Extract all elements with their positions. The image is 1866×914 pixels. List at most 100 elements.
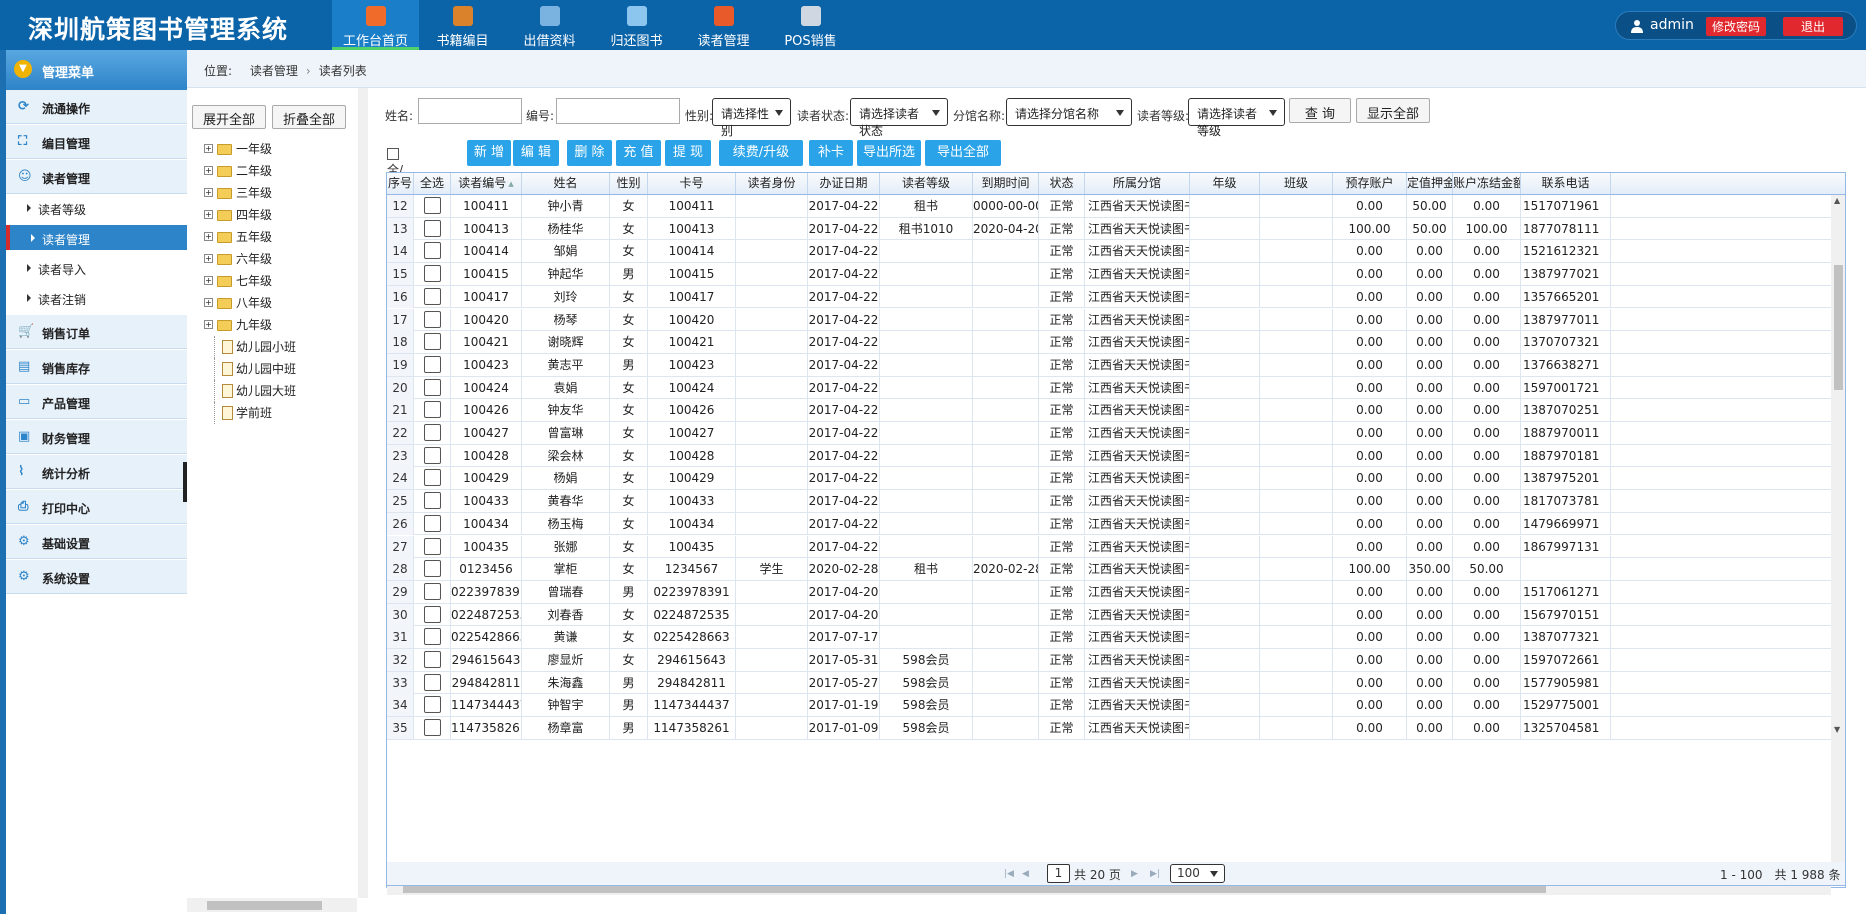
table-cell[interactable] bbox=[414, 649, 451, 671]
row-checkbox[interactable] bbox=[423, 628, 441, 646]
table-cell[interactable] bbox=[414, 444, 451, 467]
tree-leaf[interactable]: 学前班 bbox=[204, 402, 296, 424]
table-cell[interactable] bbox=[414, 512, 451, 535]
row-checkbox[interactable] bbox=[423, 287, 441, 305]
table-cell[interactable] bbox=[414, 694, 451, 717]
table-cell[interactable] bbox=[414, 626, 451, 649]
breadcrumb-parent[interactable]: 读者管理 bbox=[250, 64, 298, 78]
column-header[interactable]: 联系电话 bbox=[1521, 173, 1611, 194]
row-checkbox[interactable] bbox=[423, 310, 441, 328]
table-row[interactable]: 32 294615643 廖显炘女 294615643 2017-05-31 598会员正… bbox=[387, 649, 1831, 672]
expand-icon[interactable]: + bbox=[204, 144, 213, 153]
table-row[interactable]: 31 0225428663 黄谦女 0225428663 2017-07-17 正常 江西省… bbox=[387, 626, 1831, 649]
row-checkbox[interactable] bbox=[423, 605, 441, 623]
expand-icon[interactable]: + bbox=[204, 232, 213, 241]
sidebar-item[interactable]: 🛒 销售订单 bbox=[6, 315, 187, 349]
tree-horizontal-scrollbar[interactable] bbox=[187, 898, 357, 912]
sidebar-subitem[interactable]: 读者注销 bbox=[6, 285, 187, 310]
column-header[interactable]: 所属分馆 bbox=[1085, 173, 1190, 194]
tree-folder[interactable]: + 六年级 bbox=[204, 248, 296, 270]
tree-folder[interactable]: + 七年级 bbox=[204, 270, 296, 292]
table-row[interactable]: 16100417刘玲女1004172017-04-22正常江西省天天悦读图书馆0… bbox=[387, 285, 1831, 309]
scroll-up-icon[interactable]: ▲ bbox=[1834, 196, 1840, 205]
table-row[interactable]: 18100421谢晓辉女1004212017-04-22正常江西省天天悦读图书馆… bbox=[387, 331, 1831, 354]
table-cell[interactable] bbox=[414, 671, 451, 694]
expand-all-button[interactable]: 展开全部 bbox=[192, 105, 267, 129]
row-checkbox[interactable] bbox=[423, 265, 441, 283]
column-header[interactable]: 读者等级 bbox=[880, 173, 973, 194]
page-number-input[interactable]: 1 bbox=[1047, 864, 1070, 883]
column-header[interactable]: 卡号 bbox=[648, 173, 736, 194]
tree-folder[interactable]: + 三年级 bbox=[204, 182, 296, 204]
sidebar-item[interactable]: ⌇ 统计分析 bbox=[6, 455, 187, 489]
table-row[interactable]: 34 1147344437 钟智宇男 1147344437 2017-01-19 598会… bbox=[387, 694, 1831, 718]
table-row[interactable]: 20100424袁娟女1004242017-04-22正常江西省天天悦读图书馆0… bbox=[387, 376, 1831, 400]
action-button[interactable]: 导出所选 bbox=[857, 140, 921, 166]
column-header[interactable]: 定值押金 bbox=[1407, 173, 1453, 194]
branch-select[interactable]: 请选择分馆名称 bbox=[1006, 98, 1132, 126]
expand-icon[interactable]: + bbox=[204, 166, 213, 175]
column-header[interactable]: 年级 bbox=[1190, 173, 1260, 194]
page-size-select[interactable]: 100 bbox=[1170, 864, 1225, 883]
column-header[interactable]: 序号 bbox=[387, 173, 414, 194]
tree-leaf[interactable]: 幼儿园中班 bbox=[204, 358, 296, 380]
table-cell[interactable] bbox=[414, 535, 451, 558]
expand-icon[interactable]: + bbox=[204, 276, 213, 285]
table-cell[interactable] bbox=[414, 490, 451, 513]
row-checkbox[interactable] bbox=[423, 673, 441, 691]
table-row[interactable]: 27100435张娜女1004352017-04-22正常江西省天天悦读图书馆0… bbox=[387, 535, 1831, 559]
row-checkbox[interactable] bbox=[423, 242, 441, 260]
expand-icon[interactable]: + bbox=[204, 188, 213, 197]
scroll-down-icon[interactable]: ▼ bbox=[1834, 725, 1840, 734]
id-input[interactable] bbox=[556, 98, 680, 124]
column-header[interactable]: 预存账户 bbox=[1333, 173, 1407, 194]
tree-vertical-scrollbar[interactable] bbox=[358, 88, 368, 898]
query-button[interactable]: 查 询 bbox=[1289, 98, 1351, 123]
prev-page-icon[interactable]: ◀ bbox=[1022, 869, 1029, 879]
sidebar-item[interactable]: ⛶ 编目管理 bbox=[6, 125, 187, 159]
table-row[interactable]: 14100414邹娟女1004142017-04-22正常江西省天天悦读图书馆0… bbox=[387, 240, 1831, 264]
table-cell[interactable] bbox=[414, 263, 451, 286]
row-checkbox[interactable] bbox=[423, 514, 441, 532]
column-header[interactable]: 读者身份 bbox=[736, 173, 808, 194]
first-page-icon[interactable]: |◀ bbox=[1004, 869, 1014, 879]
column-header[interactable]: 性别 bbox=[610, 173, 648, 194]
sidebar-item[interactable]: ⚙ 系统设置 bbox=[6, 560, 187, 594]
tree-folder[interactable]: + 二年级 bbox=[204, 160, 296, 182]
tree-folder[interactable]: + 九年级 bbox=[204, 314, 296, 336]
row-checkbox[interactable] bbox=[423, 719, 441, 737]
nav-return[interactable]: 归还图书 bbox=[593, 0, 680, 50]
table-cell[interactable] bbox=[414, 217, 451, 240]
show-all-button[interactable]: 显示全部 bbox=[1356, 98, 1431, 123]
row-checkbox[interactable] bbox=[423, 355, 441, 373]
sidebar-item[interactable]: ⟳ 流通操作 bbox=[6, 90, 187, 124]
action-button[interactable]: 续费/升级 bbox=[719, 140, 803, 166]
column-header[interactable]: 班级 bbox=[1260, 173, 1333, 194]
sidebar-item[interactable]: ⎙ 打印中心 bbox=[6, 490, 187, 524]
table-row[interactable]: 24100429杨娟女1004292017-04-22正常江西省天天悦读图书馆0… bbox=[387, 467, 1831, 491]
action-button[interactable]: 提 现 bbox=[665, 140, 711, 166]
table-cell[interactable] bbox=[414, 331, 451, 354]
status-select[interactable]: 请选择读者状态 bbox=[850, 98, 948, 138]
table-cell[interactable] bbox=[414, 195, 451, 217]
table-vertical-scrollbar[interactable]: ▲ ▼ bbox=[1831, 195, 1845, 881]
column-header[interactable]: 全选 bbox=[414, 173, 451, 194]
nav-home[interactable]: 工作台首页 bbox=[332, 0, 419, 50]
nav-pos[interactable]: POS销售 bbox=[767, 0, 854, 50]
action-button[interactable]: 导出全部 bbox=[925, 140, 1001, 166]
table-cell[interactable] bbox=[414, 399, 451, 422]
expand-icon[interactable]: + bbox=[204, 254, 213, 263]
sidebar-item[interactable]: ☺ 读者管理 bbox=[6, 160, 187, 194]
table-row[interactable]: 28 0123456 掌柜女 1234567 学生 2020-02-28 租书 2020-02… bbox=[387, 558, 1831, 581]
sidebar-item[interactable]: ⚙ 基础设置 bbox=[6, 525, 187, 559]
table-cell[interactable] bbox=[414, 353, 451, 376]
action-button[interactable]: 补卡 bbox=[809, 140, 853, 166]
table-row[interactable]: 15100415钟起华男1004152017-04-22正常江西省天天悦读图书馆… bbox=[387, 263, 1831, 286]
expand-icon[interactable]: + bbox=[204, 320, 213, 329]
sidebar-item[interactable]: ▣ 财务管理 bbox=[6, 420, 187, 454]
table-cell[interactable] bbox=[414, 558, 451, 581]
sort-icon[interactable]: ▲ bbox=[508, 174, 513, 194]
nav-books[interactable]: 书籍编目 bbox=[419, 0, 506, 50]
table-row[interactable]: 29 0223978391 曾瑞春男 0223978391 2017-04-20 正常 江西… bbox=[387, 580, 1831, 604]
sidebar-item[interactable]: ▤ 销售库存 bbox=[6, 350, 187, 384]
